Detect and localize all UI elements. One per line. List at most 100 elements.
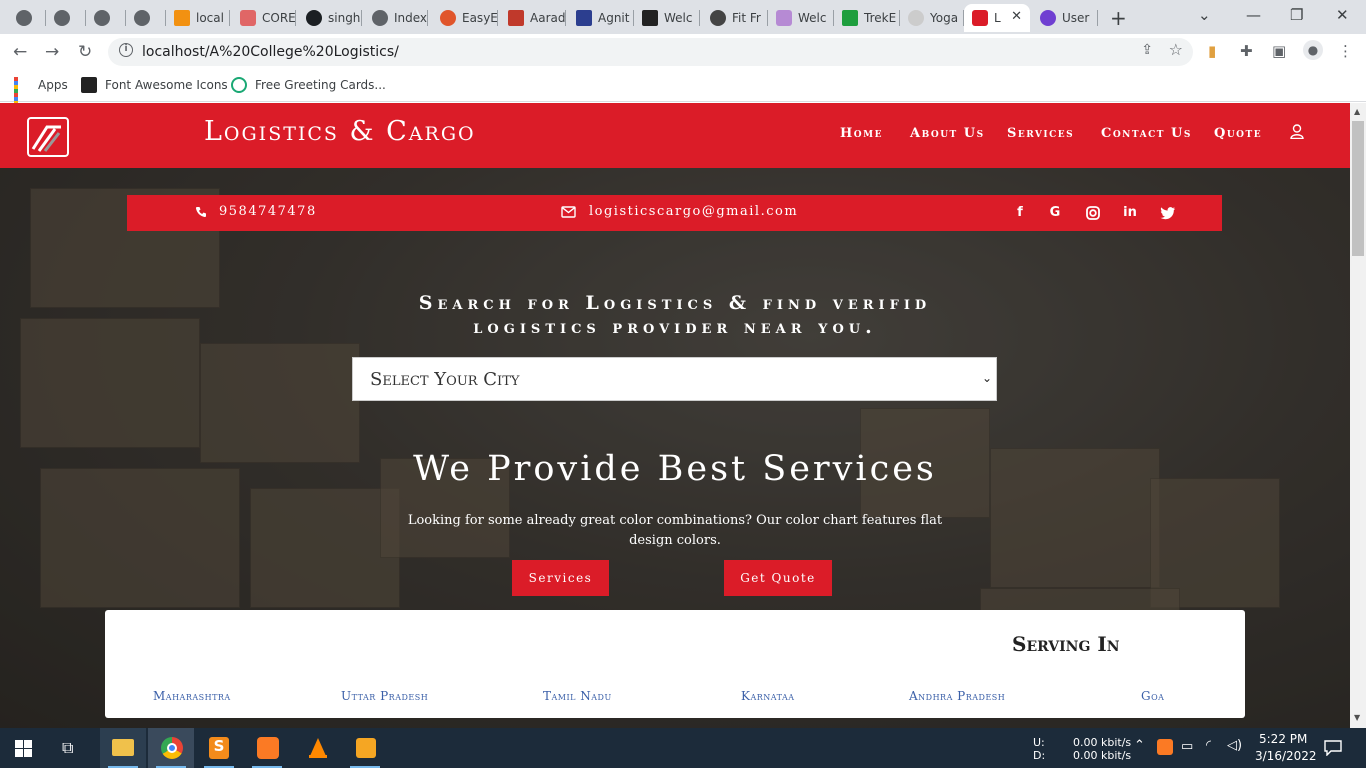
nav-home[interactable]: Home xyxy=(840,126,883,141)
state-link-andhra-pradesh[interactable]: Andhra Pradesh xyxy=(909,689,1005,703)
page-scrollbar[interactable]: ▲ ▼ xyxy=(1350,103,1366,728)
browser-tab[interactable]: EasyE xyxy=(432,4,498,32)
browser-tab[interactable]: TrekE xyxy=(834,4,900,32)
site-info-icon[interactable]: i xyxy=(119,43,133,57)
email-address[interactable]: logisticscargo@gmail.com xyxy=(589,204,798,219)
browser-tab[interactable]: Agnit xyxy=(568,4,634,32)
state-link-tamil-nadu[interactable]: Tamil Nadu xyxy=(543,689,612,703)
hero-subtext: Looking for some already great color com… xyxy=(407,513,943,548)
windows-start-icon[interactable] xyxy=(15,740,32,757)
bookmark-star-icon[interactable]: ☆ xyxy=(1169,40,1183,59)
chevron-down-icon: ⌄ xyxy=(981,371,992,385)
battery-icon[interactable]: ▭ xyxy=(1181,739,1193,754)
nav-about-us[interactable]: About Us xyxy=(910,126,985,141)
omnibox[interactable]: i localhost/A%20College%20Logistics/ ⇪ ☆ xyxy=(108,38,1193,66)
wifi-icon[interactable]: ◜ xyxy=(1206,738,1211,753)
browser-tab[interactable] xyxy=(46,4,86,32)
flag-icon xyxy=(81,77,97,93)
xampp-tray-icon[interactable] xyxy=(1157,739,1173,755)
browser-tab[interactable]: Aarad xyxy=(500,4,566,32)
browser-tab[interactable]: Welc xyxy=(634,4,700,32)
globe-icon xyxy=(16,10,32,26)
share-icon[interactable]: ⇪ xyxy=(1141,42,1153,58)
back-icon[interactable]: ← xyxy=(13,42,27,62)
serving-in-title: Serving In xyxy=(1012,632,1120,656)
media-player-icon xyxy=(356,738,376,758)
profile-avatar-icon[interactable]: ● xyxy=(1303,40,1323,60)
minimize-icon[interactable]: — xyxy=(1246,6,1261,24)
state-link-maharashtra[interactable]: Maharashtra xyxy=(153,689,231,703)
browser-tab[interactable]: Yoga xyxy=(900,4,964,32)
linkedin-icon[interactable]: in xyxy=(1122,205,1138,221)
vlc-cone-icon xyxy=(309,738,327,758)
notification-icon[interactable] xyxy=(1324,740,1342,756)
browser-tab[interactable] xyxy=(126,4,166,32)
scroll-down-icon[interactable]: ▼ xyxy=(1354,713,1360,722)
xampp-icon xyxy=(257,737,279,759)
twitter-icon[interactable] xyxy=(1160,205,1176,221)
nav-quote[interactable]: Quote xyxy=(1214,126,1262,141)
taskbar-sublime[interactable]: S xyxy=(196,728,242,768)
url-text[interactable]: localhost/A%20College%20Logistics/ xyxy=(142,44,399,60)
taskbar-vlc[interactable] xyxy=(294,728,340,768)
search-title: Search for Logistics & find verifid logi… xyxy=(0,291,1350,339)
google-icon[interactable]: G xyxy=(1047,205,1063,221)
forward-icon[interactable]: → xyxy=(45,42,59,62)
services-button[interactable]: Services xyxy=(512,560,609,596)
reload-icon[interactable]: ↻ xyxy=(78,42,92,62)
browser-tab[interactable]: Welc xyxy=(768,4,834,32)
brand-logo-icon[interactable] xyxy=(27,117,69,157)
new-tab-icon[interactable]: + xyxy=(1110,6,1127,30)
user-icon[interactable] xyxy=(1290,124,1304,139)
facebook-icon[interactable]: f xyxy=(1012,205,1028,221)
clock-date[interactable]: 3/16/2022 xyxy=(1255,749,1317,763)
browser-tab[interactable] xyxy=(86,4,126,32)
taskbar-media-player[interactable] xyxy=(342,728,388,768)
taskbar-xampp[interactable] xyxy=(244,728,290,768)
bookmark-greeting-cards[interactable]: Free Greeting Cards... xyxy=(231,77,386,93)
bookmark-label: Apps xyxy=(38,78,68,92)
browser-tab[interactable]: CORE xyxy=(232,4,296,32)
browser-tab[interactable]: singh xyxy=(298,4,362,32)
state-link-uttar-pradesh[interactable]: Uttar Pradesh xyxy=(341,689,428,703)
page-viewport: Logistics & Cargo Home About Us Services… xyxy=(0,103,1350,728)
get-quote-button[interactable]: Get Quote xyxy=(724,560,832,596)
browser-tab-active[interactable]: L ✕ xyxy=(964,4,1030,32)
browser-tab[interactable] xyxy=(8,4,46,32)
tray-expand-icon[interactable]: ⌃ xyxy=(1134,738,1145,753)
taskbar-chrome[interactable] xyxy=(148,728,194,768)
agnit-icon xyxy=(576,10,592,26)
close-tab-icon[interactable]: ✕ xyxy=(1011,9,1022,24)
side-panel-icon[interactable]: ▣ xyxy=(1272,42,1286,60)
restore-icon[interactable]: ❐ xyxy=(1290,6,1303,24)
browser-tab[interactable]: Fit Fr xyxy=(702,4,768,32)
city-select[interactable]: Select Your City ⌄ xyxy=(352,357,997,401)
nav-contact-us[interactable]: Contact Us xyxy=(1101,126,1192,141)
search-title-line2: logistics provider near you. xyxy=(473,316,877,338)
bookmark-label: Font Awesome Icons xyxy=(105,78,228,92)
extension-icon[interactable]: ▮ xyxy=(1208,42,1216,60)
taskbar-file-explorer[interactable] xyxy=(100,728,146,768)
greeting-icon xyxy=(231,77,247,93)
state-link-goa[interactable]: Goa xyxy=(1141,689,1164,703)
scroll-up-icon[interactable]: ▲ xyxy=(1354,107,1360,116)
close-window-icon[interactable]: ✕ xyxy=(1336,6,1349,24)
browser-tab[interactable]: local xyxy=(166,4,230,32)
clock-time[interactable]: 5:22 PM xyxy=(1259,732,1307,746)
task-view-icon[interactable]: ⧉ xyxy=(62,738,73,758)
nav-services[interactable]: Services xyxy=(1007,126,1074,141)
state-link-karnataa[interactable]: Karnataa xyxy=(741,689,795,703)
puzzle-icon[interactable]: ✚ xyxy=(1240,42,1253,60)
phone-number[interactable]: 9584747478 xyxy=(219,204,317,219)
bookmark-apps[interactable]: Apps xyxy=(14,77,68,113)
bookmark-font-awesome[interactable]: Font Awesome Icons xyxy=(81,77,228,93)
scrollbar-thumb[interactable] xyxy=(1352,121,1364,256)
phpmyadmin-icon xyxy=(174,10,190,26)
brand-name[interactable]: Logistics & Cargo xyxy=(204,116,476,147)
volume-icon[interactable]: ◁) xyxy=(1227,738,1242,753)
browser-tab[interactable]: User xyxy=(1032,4,1098,32)
instagram-icon[interactable] xyxy=(1085,205,1101,221)
browser-tab[interactable]: Index xyxy=(364,4,428,32)
tab-search-icon[interactable]: ⌄ xyxy=(1198,6,1211,24)
menu-kebab-icon[interactable]: ⋮ xyxy=(1338,42,1353,60)
